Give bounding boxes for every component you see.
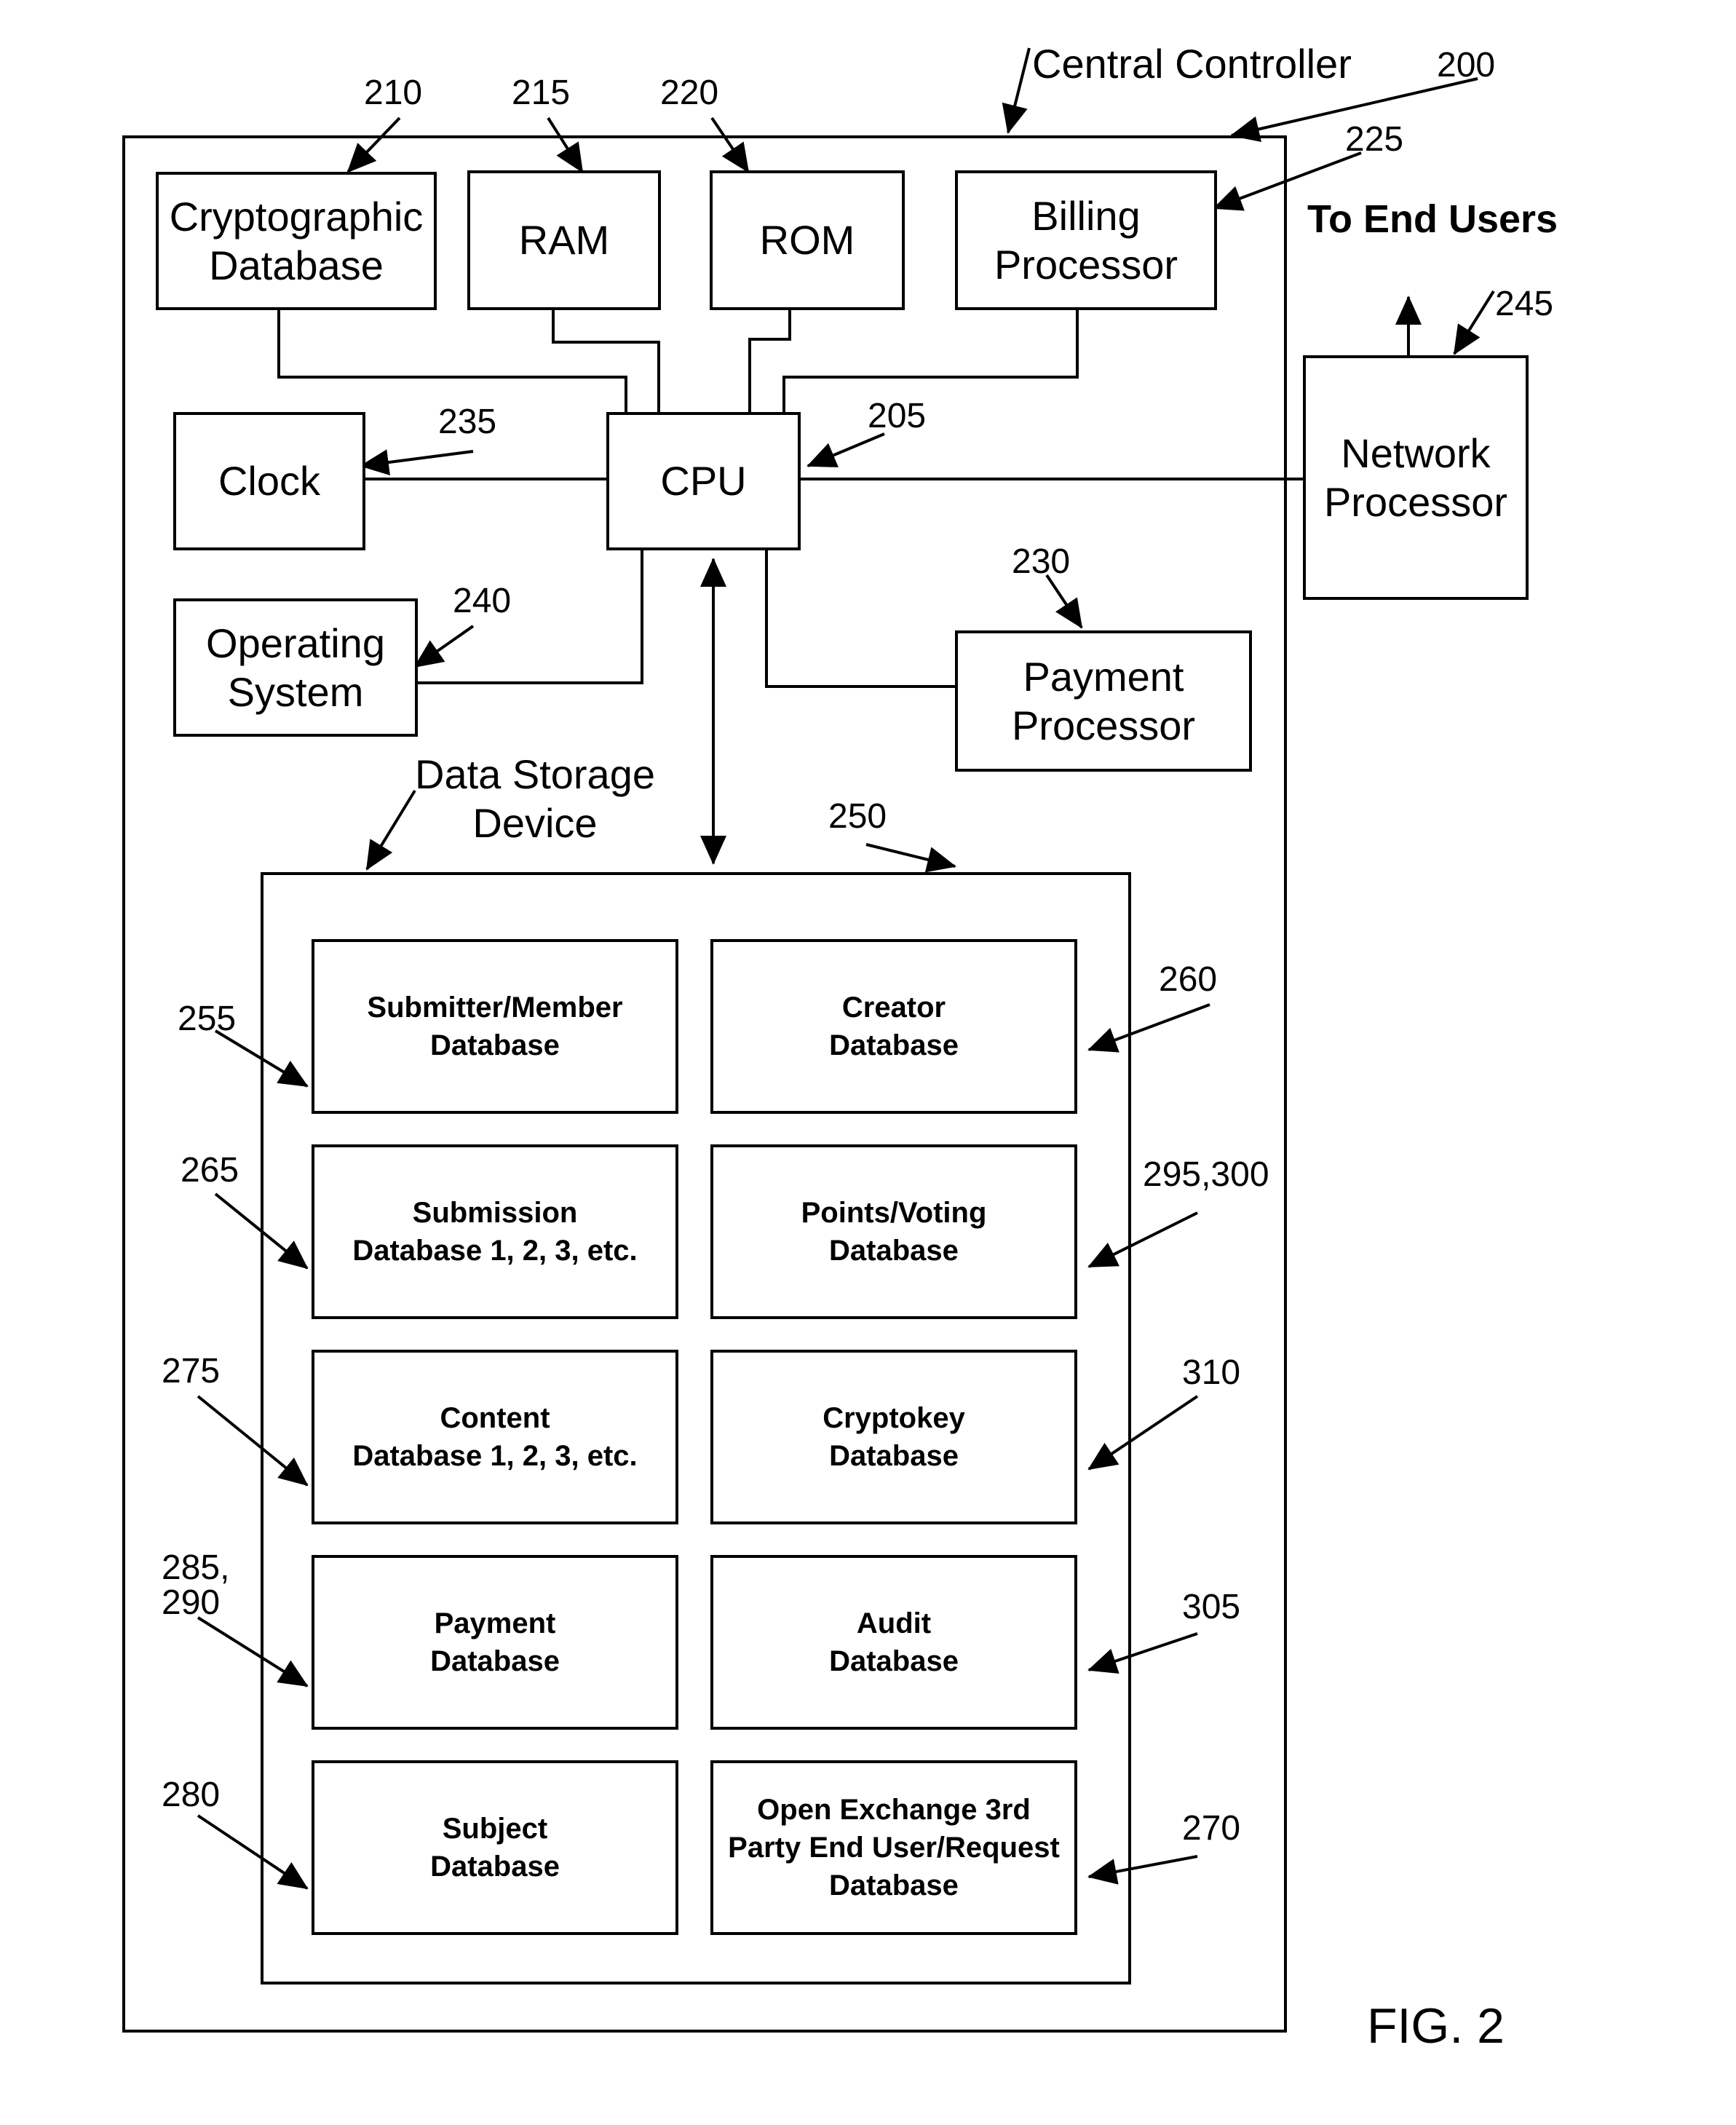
cpu-label: CPU xyxy=(660,458,747,504)
database-box: Audit Database xyxy=(710,1555,1077,1730)
database-ref: 305 xyxy=(1182,1588,1241,1626)
database-label: Points/Voting Database xyxy=(801,1197,987,1267)
database-label: Creator Database xyxy=(829,992,959,1061)
database-ref: 275 xyxy=(162,1352,221,1390)
data-storage-device-label: Data Storage Device xyxy=(415,751,655,847)
database-box: Submitter/Member Database xyxy=(312,939,678,1114)
database-box: Points/Voting Database xyxy=(710,1144,1077,1319)
ref-250: 250 xyxy=(828,797,887,836)
ref-215: 215 xyxy=(512,74,571,112)
database-box: Submission Database 1, 2, 3, etc. xyxy=(312,1144,678,1319)
database-ref: 280 xyxy=(162,1776,221,1814)
database-box: Content Database 1, 2, 3, etc. xyxy=(312,1350,678,1524)
cryptographic-database-label: Cryptographic Database xyxy=(169,193,424,288)
operating-system-label: Operating System xyxy=(206,620,385,715)
clock-label: Clock xyxy=(218,458,321,504)
ref-200: 200 xyxy=(1437,46,1496,84)
database-ref: 285, 290 xyxy=(162,1548,230,1622)
to-end-users-label: To End Users xyxy=(1307,197,1558,241)
rom-label: ROM xyxy=(759,217,855,264)
database-label: Submitter/Member Database xyxy=(367,992,623,1061)
network-processor-box: Network Processor xyxy=(1303,355,1529,600)
database-label: Audit Database xyxy=(829,1607,959,1677)
cpu-box: CPU xyxy=(606,412,801,550)
billing-processor-label: Billing Processor xyxy=(994,192,1178,288)
database-box: Payment Database xyxy=(312,1555,678,1730)
database-label: Cryptokey Database xyxy=(823,1402,965,1472)
database-ref: 265 xyxy=(181,1151,239,1190)
figure-label: FIG. 2 xyxy=(1367,1998,1505,2054)
network-processor-label: Network Processor xyxy=(1323,430,1508,525)
ram-label: RAM xyxy=(518,217,610,264)
database-label: Submission Database 1, 2, 3, etc. xyxy=(352,1197,638,1267)
ref-225: 225 xyxy=(1345,120,1404,159)
database-label: Payment Database xyxy=(430,1607,560,1677)
rom-box: ROM xyxy=(710,170,905,310)
database-box: Creator Database xyxy=(710,939,1077,1114)
cryptographic-database-box: Cryptographic Database xyxy=(156,172,437,310)
ref-205: 205 xyxy=(868,397,927,435)
database-ref: 295,300 xyxy=(1143,1155,1269,1194)
ref-230: 230 xyxy=(1012,542,1071,581)
database-ref: 310 xyxy=(1182,1353,1241,1392)
database-box: Subject Database xyxy=(312,1760,678,1935)
ref-220: 220 xyxy=(660,74,719,112)
operating-system-box: Operating System xyxy=(173,598,418,737)
central-controller-title: Central Controller xyxy=(1032,41,1352,87)
database-ref: 255 xyxy=(178,1000,237,1038)
ref-245: 245 xyxy=(1495,285,1554,323)
ref-240: 240 xyxy=(453,582,512,620)
ref-210: 210 xyxy=(364,74,423,112)
billing-processor-box: Billing Processor xyxy=(955,170,1217,310)
payment-processor-label: Payment Processor xyxy=(1011,653,1196,748)
database-label: Open Exchange 3rd Party End User/Request… xyxy=(728,1794,1060,1902)
database-box: Cryptokey Database xyxy=(710,1350,1077,1524)
clock-box: Clock xyxy=(173,412,365,550)
database-label: Subject Database xyxy=(430,1813,560,1883)
database-label: Content Database 1, 2, 3, etc. xyxy=(352,1402,638,1472)
ref-235: 235 xyxy=(438,403,497,441)
database-ref: 270 xyxy=(1182,1809,1241,1848)
ram-box: RAM xyxy=(467,170,661,310)
database-ref: 260 xyxy=(1159,960,1218,999)
database-box: Open Exchange 3rd Party End User/Request… xyxy=(710,1760,1077,1935)
payment-processor-box: Payment Processor xyxy=(955,630,1252,772)
